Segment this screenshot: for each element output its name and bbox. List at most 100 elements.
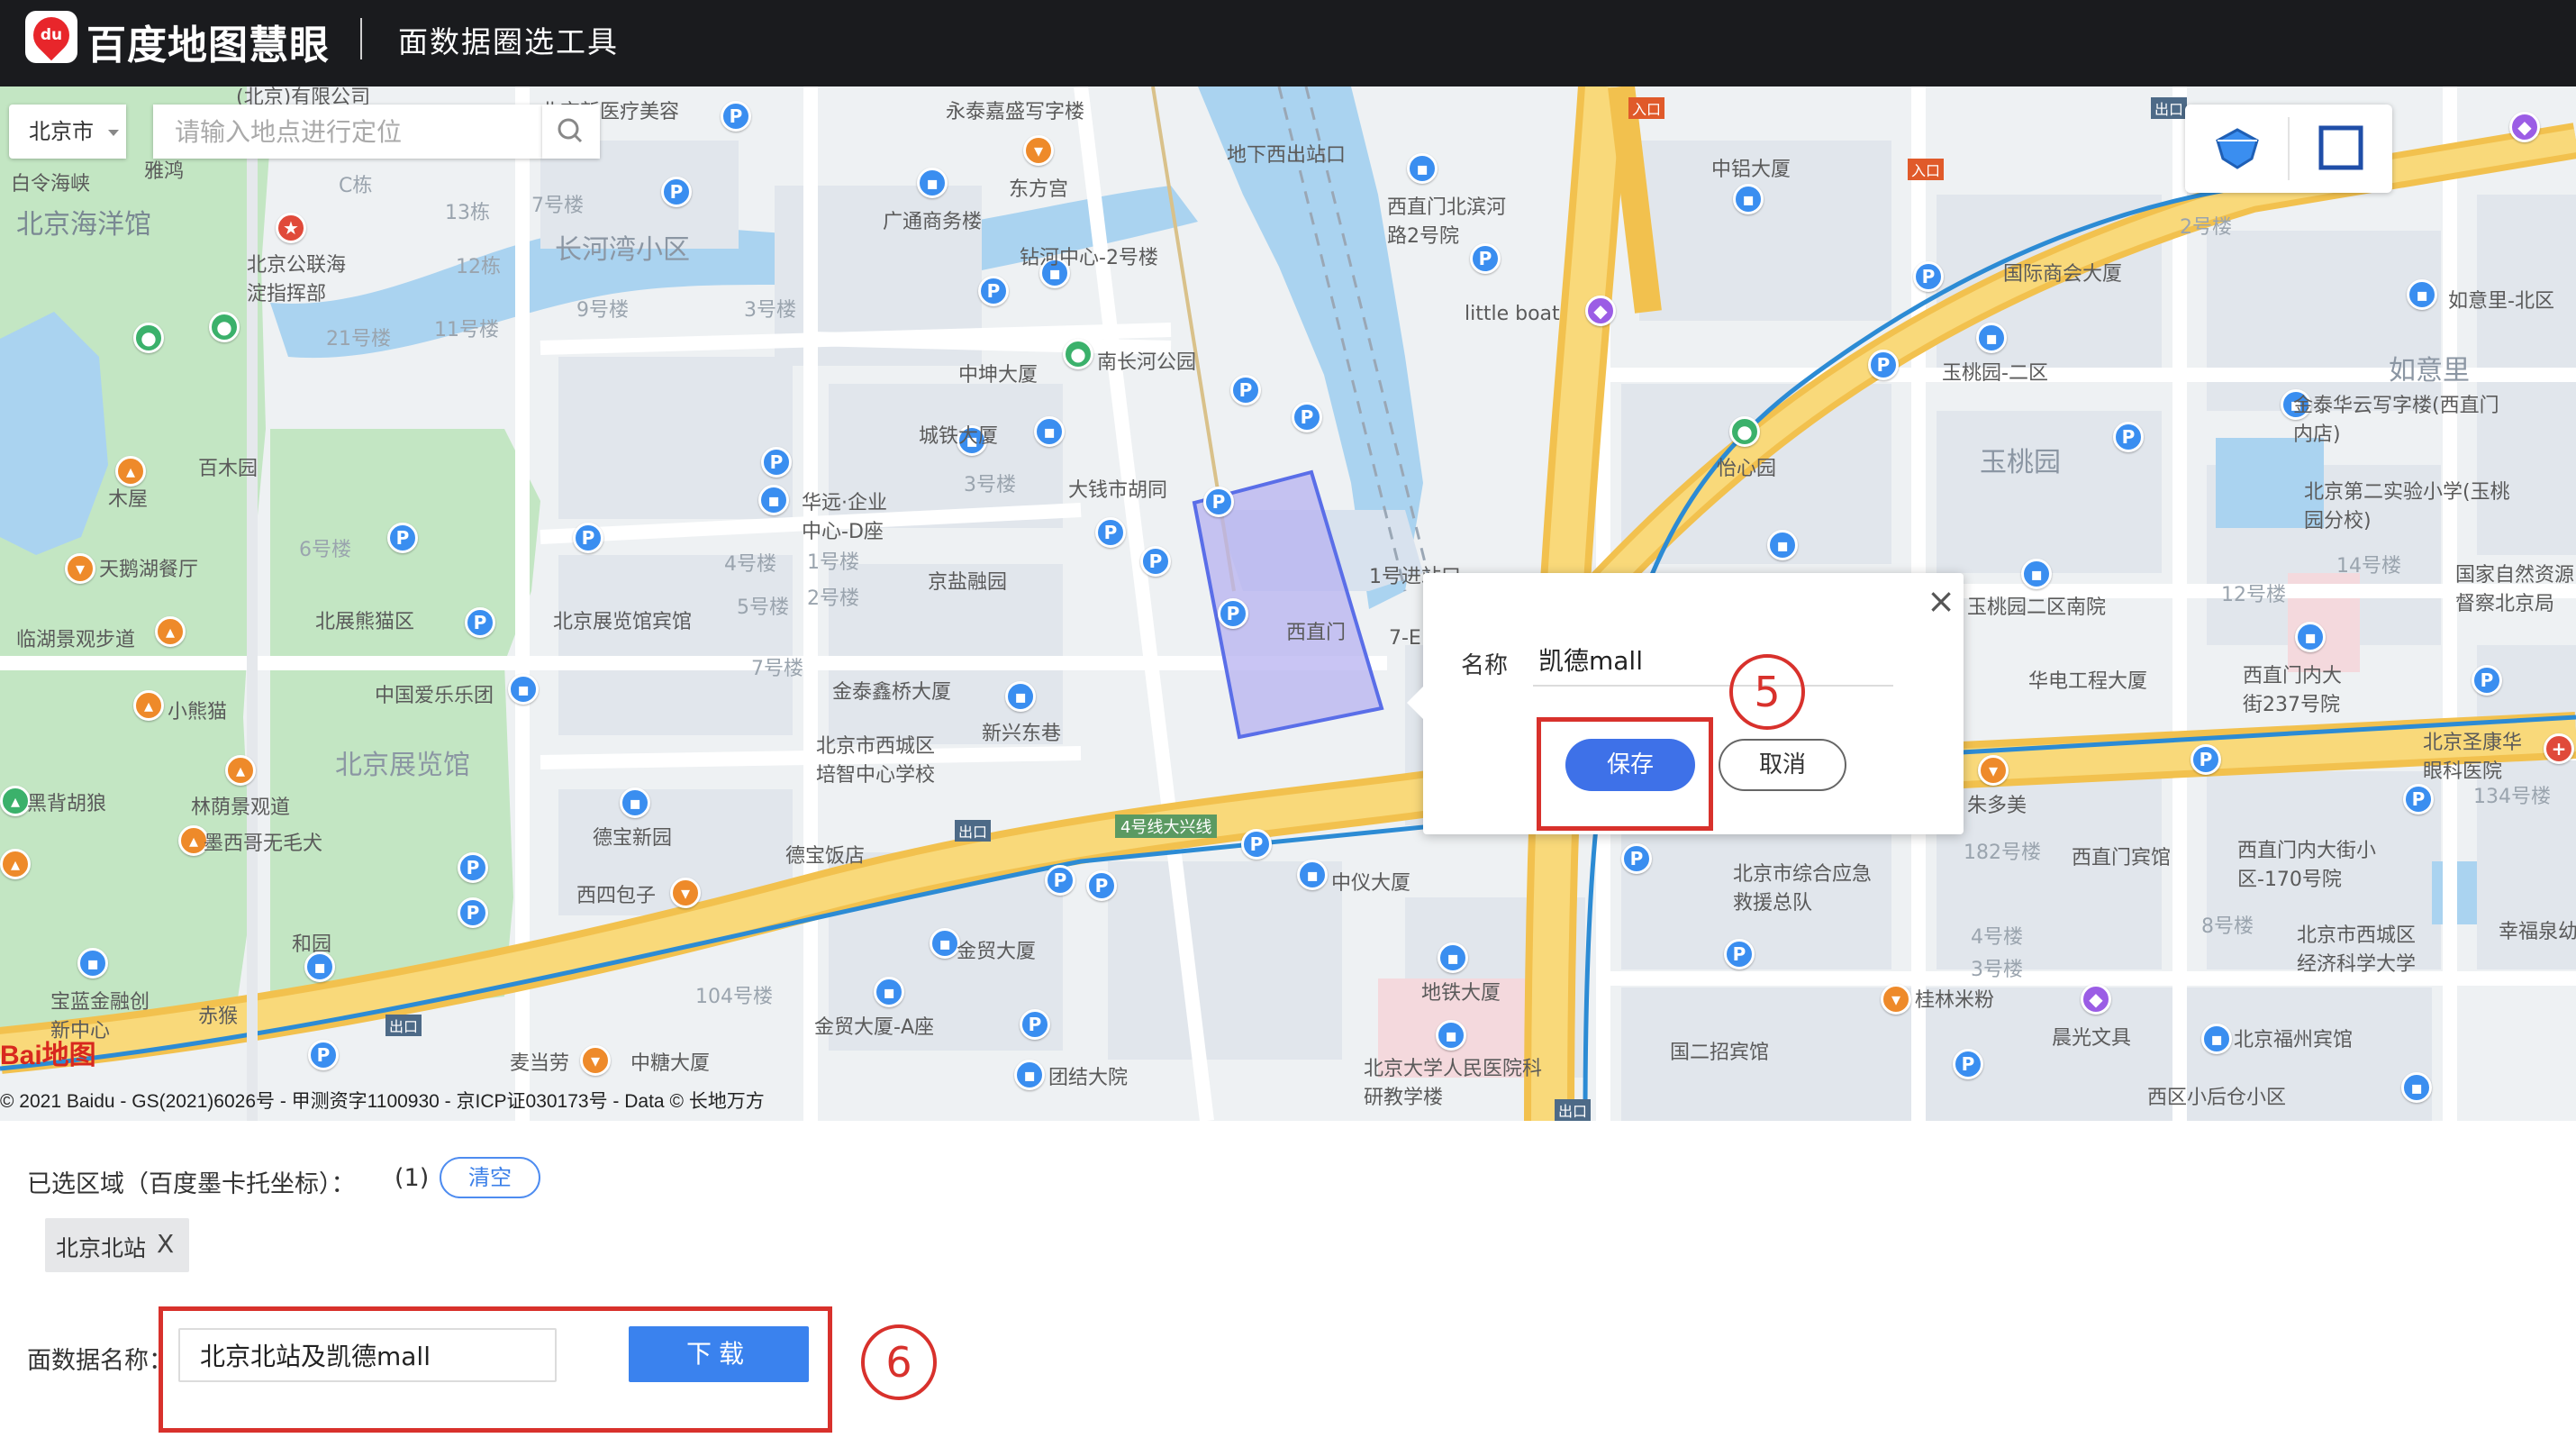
parking-icon[interactable]: P bbox=[1868, 350, 1899, 380]
map-canvas[interactable]: P P P P P P P P P P P P P P P P P P P P … bbox=[0, 86, 2576, 1121]
building-icon[interactable]: ▪ bbox=[508, 674, 539, 705]
parking-icon[interactable]: P bbox=[1045, 865, 1075, 896]
restaurant-icon[interactable]: ▾ bbox=[1023, 135, 1054, 166]
park-icon[interactable]: ● bbox=[1729, 416, 1760, 447]
parking-icon[interactable]: P bbox=[573, 523, 603, 553]
parking-icon[interactable]: P bbox=[1913, 261, 1944, 292]
area-name-input[interactable] bbox=[178, 1328, 557, 1382]
building-icon[interactable]: ▪ bbox=[1767, 530, 1798, 560]
parking-icon[interactable]: P bbox=[1218, 598, 1248, 629]
parking-icon[interactable]: P bbox=[1953, 1049, 1983, 1079]
scenic-spot-icon[interactable]: ▴ bbox=[0, 786, 31, 816]
parking-icon[interactable]: P bbox=[978, 276, 1009, 306]
scenic-spot-icon[interactable]: ▴ bbox=[0, 849, 31, 879]
parking-icon[interactable]: P bbox=[721, 101, 751, 132]
building-icon[interactable]: ▪ bbox=[2021, 559, 2052, 589]
brand-name[interactable]: 百度地图慧眼 bbox=[86, 13, 330, 70]
scenic-spot-icon[interactable]: ▴ bbox=[133, 690, 164, 721]
toilet-icon[interactable]: ● bbox=[209, 312, 240, 342]
map-label: 广通商务楼 bbox=[883, 211, 983, 233]
building-icon[interactable]: ▪ bbox=[930, 928, 960, 959]
building-icon[interactable]: ▪ bbox=[917, 168, 948, 198]
scenic-spot-icon[interactable]: ▴ bbox=[155, 616, 186, 647]
parking-icon[interactable]: P bbox=[1086, 870, 1117, 901]
parking-icon[interactable]: P bbox=[1095, 517, 1126, 548]
parking-icon[interactable]: P bbox=[1241, 829, 1272, 860]
restaurant-icon[interactable]: ▾ bbox=[65, 553, 95, 584]
popup-name-input[interactable] bbox=[1533, 634, 1893, 687]
map-label: 雅鸿 bbox=[144, 160, 185, 183]
building-icon[interactable]: ▪ bbox=[2295, 622, 2326, 652]
parking-icon[interactable]: P bbox=[2113, 422, 2144, 452]
download-button[interactable]: 下载 bbox=[629, 1326, 809, 1382]
parking-icon[interactable]: P bbox=[1140, 546, 1171, 577]
restaurant-icon[interactable]: ▾ bbox=[580, 1045, 611, 1076]
building-icon[interactable]: ▪ bbox=[2407, 279, 2437, 310]
search-button[interactable] bbox=[542, 105, 600, 159]
parking-icon[interactable]: P bbox=[1292, 402, 1322, 432]
rectangle-draw-button[interactable] bbox=[2289, 105, 2392, 193]
baidu-huiyan-logo[interactable]: du bbox=[25, 9, 77, 63]
parking-icon[interactable]: P bbox=[465, 607, 495, 638]
parking-icon[interactable]: P bbox=[2191, 744, 2221, 775]
map-label: 2号楼 bbox=[807, 587, 859, 610]
shopping-icon[interactable]: ◆ bbox=[2081, 984, 2111, 1015]
building-icon[interactable]: ▪ bbox=[1438, 942, 1468, 973]
building-icon[interactable]: ▪ bbox=[1034, 416, 1065, 447]
parking-icon[interactable]: P bbox=[458, 897, 488, 928]
restaurant-icon[interactable]: ▾ bbox=[1881, 984, 1911, 1015]
building-icon[interactable]: ▪ bbox=[620, 787, 650, 818]
clear-button[interactable]: 清空 bbox=[440, 1157, 540, 1198]
parking-icon[interactable]: P bbox=[761, 447, 792, 478]
parking-icon[interactable]: P bbox=[387, 523, 418, 553]
building-icon[interactable]: ▪ bbox=[1976, 323, 2007, 353]
restaurant-icon[interactable]: ▾ bbox=[1978, 755, 2009, 786]
parking-icon[interactable]: P bbox=[2403, 784, 2434, 815]
landmark-icon[interactable]: ★ bbox=[276, 213, 306, 243]
parking-icon[interactable]: P bbox=[2472, 665, 2502, 696]
map-label: 国家自然资源督察北京局 bbox=[2455, 564, 2575, 615]
name-area-popup: × 名称 保存 取消 bbox=[1407, 573, 1964, 834]
building-icon[interactable]: ▪ bbox=[1014, 1060, 1045, 1090]
parking-icon[interactable]: P bbox=[1230, 375, 1261, 405]
parking-icon[interactable]: P bbox=[1621, 843, 1652, 874]
map-label: 金贸大厦 bbox=[957, 941, 1037, 963]
park-icon[interactable]: ● bbox=[1063, 339, 1093, 369]
map-label: 百木园 bbox=[198, 458, 259, 480]
parking-icon[interactable]: P bbox=[1020, 1009, 1050, 1040]
building-icon[interactable]: ▪ bbox=[2401, 1072, 2432, 1103]
hospital-icon[interactable]: + bbox=[2544, 733, 2574, 764]
scenic-spot-icon[interactable]: ▴ bbox=[115, 456, 146, 487]
building-icon[interactable]: ▪ bbox=[2201, 1024, 2232, 1054]
building-icon[interactable]: ▪ bbox=[1297, 860, 1328, 890]
toilet-icon[interactable]: ● bbox=[133, 323, 164, 353]
building-icon[interactable]: ▪ bbox=[77, 948, 108, 978]
parking-icon[interactable]: P bbox=[458, 852, 488, 883]
city-select[interactable]: 北京市 bbox=[9, 105, 126, 159]
close-icon[interactable]: × bbox=[1926, 584, 1956, 618]
chip-label: 北京北站 bbox=[56, 1235, 147, 1261]
map-label: 14号楼 bbox=[2336, 555, 2401, 578]
parking-icon[interactable]: P bbox=[1203, 487, 1234, 517]
polygon-draw-button[interactable] bbox=[2185, 105, 2289, 193]
shopping-icon[interactable]: ◆ bbox=[2509, 112, 2540, 142]
building-icon[interactable]: ▪ bbox=[874, 977, 904, 1007]
parking-icon[interactable]: P bbox=[308, 1040, 339, 1070]
building-icon[interactable]: ▪ bbox=[758, 485, 789, 515]
map-label: 城铁大厦 bbox=[919, 425, 999, 448]
map-label: 北展熊猫区 bbox=[315, 611, 415, 633]
building-icon[interactable]: ▪ bbox=[1407, 153, 1438, 184]
popup-tail bbox=[1407, 687, 1423, 719]
remove-chip-icon[interactable]: X bbox=[157, 1229, 174, 1259]
cancel-button[interactable]: 取消 bbox=[1719, 739, 1846, 791]
building-icon[interactable]: ▪ bbox=[1733, 184, 1764, 214]
map-label: 5号楼 bbox=[737, 596, 789, 619]
building-icon[interactable]: ▪ bbox=[1436, 1020, 1466, 1051]
location-search-input[interactable] bbox=[153, 105, 542, 159]
shopping-icon[interactable]: ◆ bbox=[1585, 296, 1616, 326]
parking-icon[interactable]: P bbox=[661, 177, 692, 207]
building-icon[interactable]: ▪ bbox=[1005, 681, 1036, 712]
restaurant-icon[interactable]: ▾ bbox=[670, 878, 701, 908]
scenic-spot-icon[interactable]: ▴ bbox=[225, 755, 256, 786]
parking-icon[interactable]: P bbox=[1724, 939, 1755, 969]
